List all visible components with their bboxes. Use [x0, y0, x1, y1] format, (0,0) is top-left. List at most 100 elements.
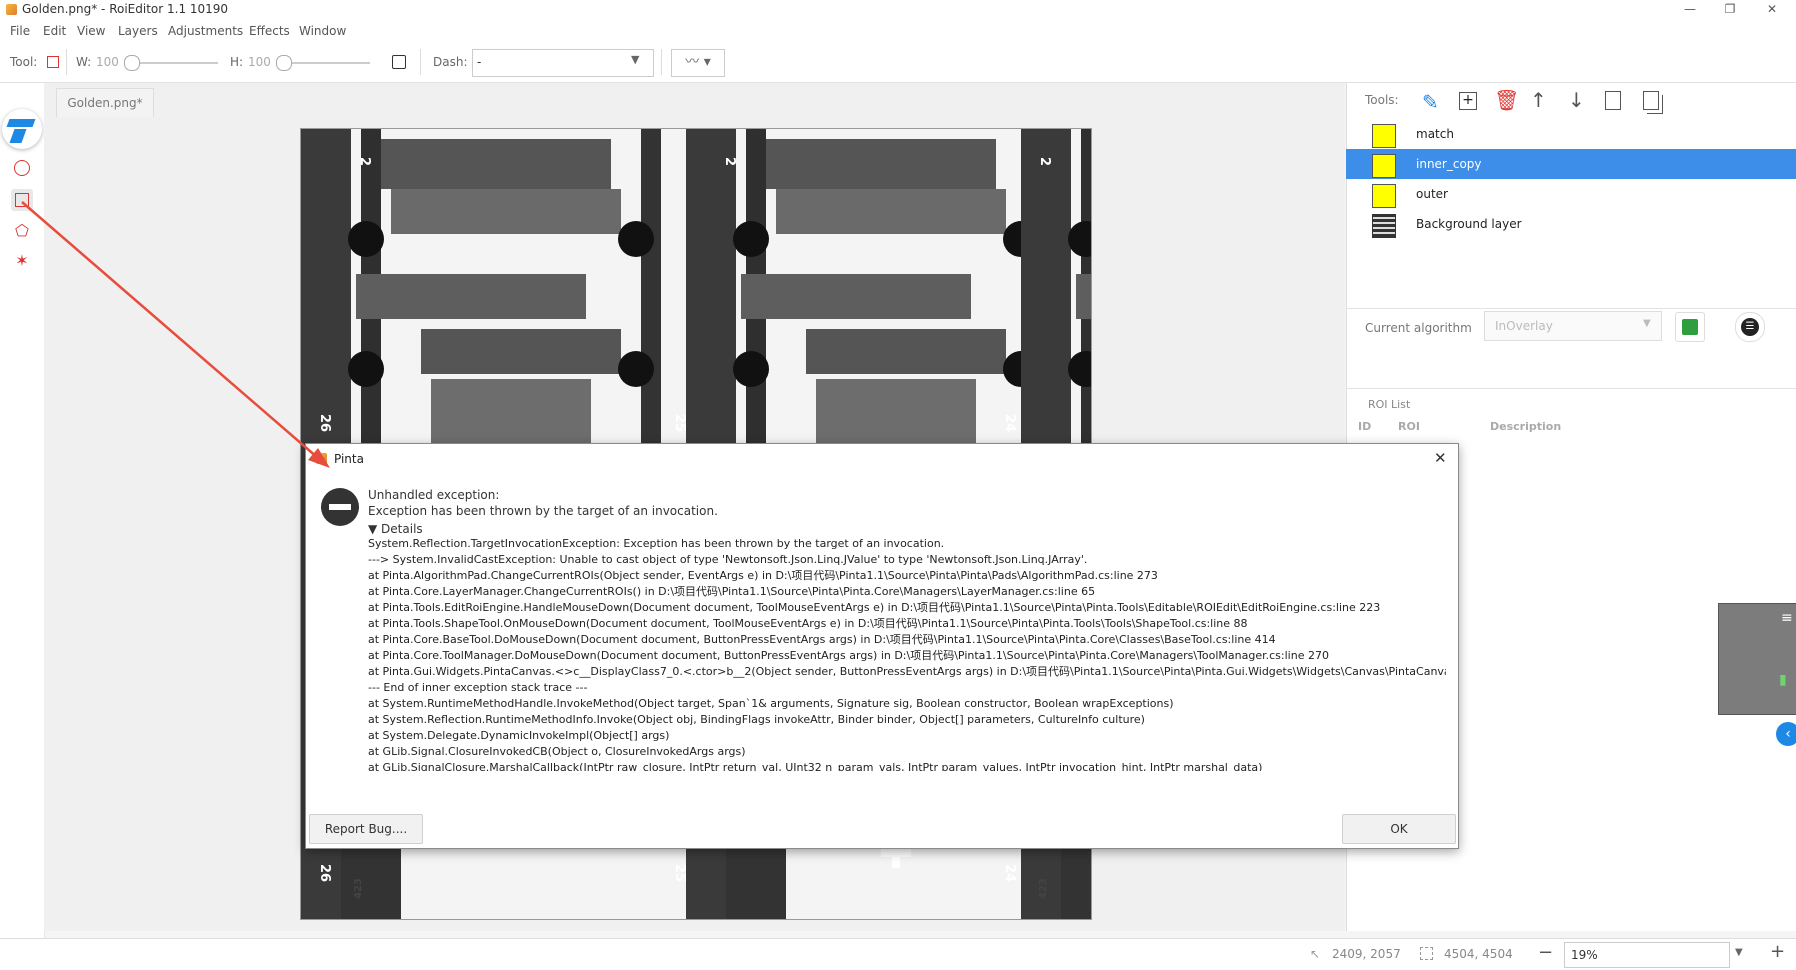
details-line: --- End of inner exception stack trace -…	[368, 681, 588, 694]
dash-input[interactable]: - ▼	[472, 49, 654, 77]
details-line: at Pinta.Tools.EditRoiEngine.HandleMouse…	[368, 601, 1381, 614]
details-textview[interactable]: System.Reflection.TargetInvocationExcept…	[368, 536, 1446, 771]
menu-icon[interactable]: ≡	[1781, 610, 1793, 626]
layer-row-outer[interactable]: outer	[1346, 179, 1796, 209]
layer-row-inner-copy[interactable]: inner_copy	[1346, 149, 1796, 179]
details-toggle[interactable]: ▼ Details	[368, 522, 423, 536]
width-slider-handle[interactable]	[124, 55, 140, 71]
details-line: at Pinta.Gui.Widgets.PintaCanvas.<>c__Di…	[368, 665, 1446, 678]
app-icon	[6, 4, 17, 15]
window-title: Golden.png* - RoiEditor 1.1 10190	[22, 2, 229, 16]
collapse-panel-icon[interactable]: ‹	[1776, 722, 1796, 746]
move-down-icon[interactable]: ↓	[1568, 88, 1585, 112]
zoom-value: 19%	[1571, 948, 1598, 962]
roi-list-label: ROI List	[1368, 398, 1411, 411]
antialias-icon[interactable]	[392, 55, 406, 69]
width-slider[interactable]	[130, 62, 218, 64]
menu-edit[interactable]: Edit	[43, 24, 66, 38]
chevron-down-icon[interactable]: ▼	[1643, 318, 1651, 329]
dialog-title: Pinta	[334, 452, 364, 466]
dialog-heading: Unhandled exception:	[368, 488, 500, 502]
zoom-in-icon[interactable]: +	[1770, 941, 1785, 962]
details-line: at GLib.SignalClosure.MarshalCallback(In…	[368, 761, 1263, 771]
tool-options-bar: Tool: W: 100 H: 100 Dash: - ▼ 〰 ▾	[0, 42, 1796, 83]
layer-row-background[interactable]: Background layer	[1346, 209, 1796, 239]
rectangle-tool-icon[interactable]	[47, 56, 59, 68]
magic-wand-icon[interactable]: ✶	[11, 251, 33, 273]
details-line: ---> System.InvalidCastException: Unable…	[368, 553, 1088, 566]
details-line: System.Reflection.TargetInvocationExcept…	[368, 537, 945, 550]
image-label: 24	[1002, 864, 1017, 882]
menu-adjustments[interactable]: Adjustments	[168, 24, 243, 38]
line-type-dropdown[interactable]: 〰 ▾	[671, 49, 725, 77]
document-tab[interactable]: Golden.png*	[56, 88, 154, 117]
chevron-down-icon[interactable]: ▼	[1735, 947, 1743, 958]
details-line: at Pinta.Tools.ShapeTool.OnMouseDown(Doc…	[368, 617, 1248, 630]
details-line: at Pinta.AlgorithmPad.ChangeCurrentROIs(…	[368, 569, 1158, 582]
details-line: at System.RuntimeMethodHandle.InvokeMeth…	[368, 697, 1174, 710]
zoom-input[interactable]: 19% ▼	[1564, 942, 1743, 968]
layer-color-swatch	[1372, 124, 1396, 148]
layer-row-match[interactable]: match	[1346, 119, 1796, 149]
column-header-roi: ROI	[1398, 420, 1420, 433]
current-algorithm-label: Current algorithm	[1365, 321, 1472, 335]
dialog-message: Exception has been thrown by the target …	[368, 504, 718, 518]
title-bar: Golden.png* - RoiEditor 1.1 10190 — ❐ ✕	[0, 0, 1796, 20]
width-value: 100	[96, 55, 119, 69]
add-layer-icon[interactable]: +	[1459, 92, 1477, 110]
image-label: 2	[722, 157, 737, 166]
dialog-title-bar: Pinta ✕	[306, 444, 1458, 474]
edit-layer-icon[interactable]: ✎	[1422, 90, 1439, 114]
rectangle-select-tool-icon[interactable]	[11, 189, 33, 211]
layer-name: inner_copy	[1416, 157, 1482, 171]
ok-button[interactable]: OK	[1342, 814, 1456, 844]
selection-size-icon	[1420, 947, 1433, 960]
algorithm-select[interactable]: InOverlay ▼	[1484, 311, 1662, 341]
status-bar: ↖ 2409, 2057 4504, 4504 − 19% ▼ +	[0, 938, 1796, 970]
chevron-down-icon[interactable]: ▼	[631, 53, 639, 66]
column-header-id: ID	[1358, 420, 1372, 433]
dialog-close-icon[interactable]: ✕	[1434, 449, 1447, 467]
image-label: 25	[672, 864, 687, 882]
dash-input-value: -	[477, 55, 482, 69]
lasso-tool-icon[interactable]: ⬠	[11, 221, 33, 243]
details-line: at System.Delegate.DynamicInvokeImpl(Obj…	[368, 729, 670, 742]
move-up-icon[interactable]: ↑	[1530, 88, 1547, 112]
menu-layers[interactable]: Layers	[118, 24, 158, 38]
exception-dialog: Pinta ✕ Unhandled exception: Exception h…	[305, 443, 1459, 849]
layer-name: match	[1416, 127, 1454, 141]
run-algorithm-button[interactable]	[1675, 312, 1705, 342]
height-value: 100	[248, 55, 271, 69]
menu-file[interactable]: File	[10, 24, 30, 38]
menu-window[interactable]: Window	[299, 24, 346, 38]
layer-color-swatch	[1372, 154, 1396, 178]
menu-effects[interactable]: Effects	[249, 24, 290, 38]
background-layer-thumbnail	[1372, 214, 1396, 238]
duplicate-layer-icon[interactable]	[1605, 91, 1621, 110]
maximize-icon[interactable]: ❐	[1710, 0, 1750, 20]
algorithm-select-value: InOverlay	[1495, 319, 1553, 333]
copy-layer-icon[interactable]	[1643, 91, 1659, 110]
cursor-icon: ↖	[1310, 947, 1321, 961]
details-line: at Pinta.Core.LayerManager.ChangeCurrent…	[368, 585, 1096, 598]
ellipse-tool-icon[interactable]	[11, 157, 33, 179]
close-icon[interactable]: ✕	[1752, 0, 1792, 20]
algorithm-menu-button[interactable]: ☰	[1735, 312, 1765, 342]
details-line: at System.Reflection.RuntimeMethodInfo.I…	[368, 713, 1145, 726]
height-label: H:	[230, 55, 244, 69]
height-slider-handle[interactable]	[276, 55, 292, 71]
width-label: W:	[76, 55, 92, 69]
app-logo-icon	[2, 109, 42, 149]
height-slider[interactable]	[282, 62, 370, 64]
pinta-icon	[316, 453, 327, 464]
report-bug-button[interactable]: Report Bug....	[309, 814, 423, 844]
delete-layer-icon[interactable]: 🗑	[1494, 88, 1519, 112]
image-label: 25	[672, 414, 687, 432]
tools-label: Tools:	[1365, 93, 1399, 107]
details-line: at GLib.Signal.ClosureInvokedCB(Object o…	[368, 745, 746, 758]
menu-view[interactable]: View	[77, 24, 105, 38]
minimize-icon[interactable]: —	[1670, 0, 1710, 20]
zoom-out-icon[interactable]: −	[1538, 942, 1553, 963]
navigator-widget[interactable]: ≡ ▮	[1718, 603, 1796, 715]
image-label: 2	[357, 157, 372, 166]
